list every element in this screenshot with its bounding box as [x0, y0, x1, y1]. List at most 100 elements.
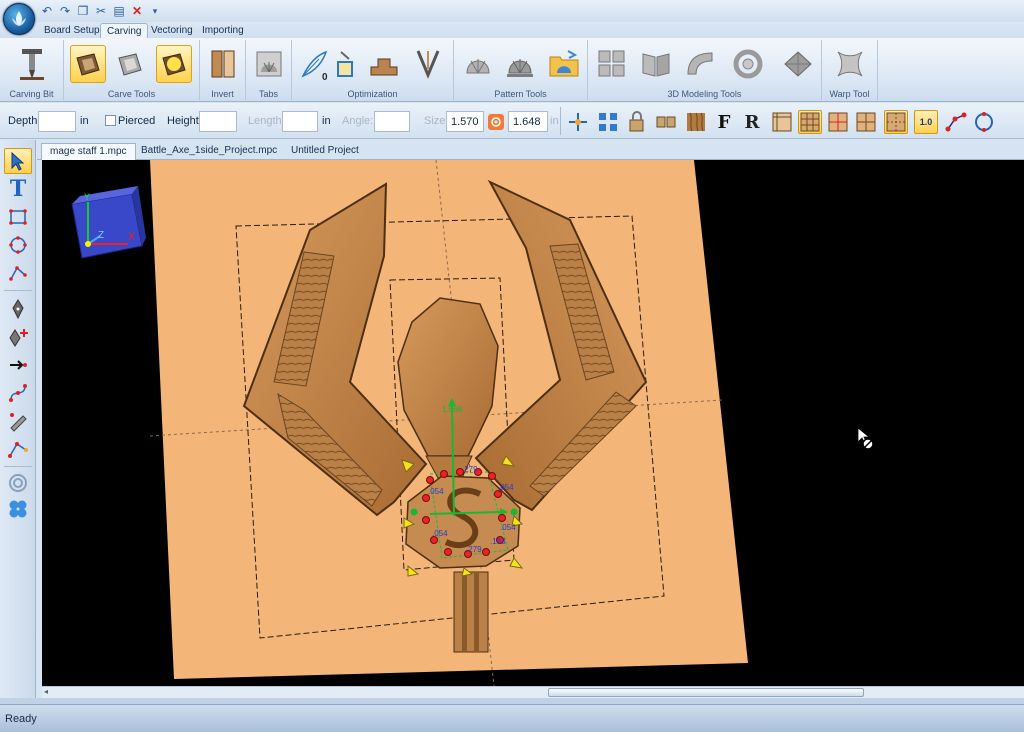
add-node-button[interactable]: [4, 324, 32, 350]
bezier-tool-button[interactable]: [4, 380, 32, 406]
pattern-add-button[interactable]: [502, 45, 538, 83]
cut-icon[interactable]: ✂: [94, 4, 108, 18]
customize-dropdown-icon[interactable]: ▾: [148, 4, 162, 18]
grid-plain-button[interactable]: [854, 110, 878, 134]
tab-vectoring[interactable]: Vectoring: [145, 23, 199, 39]
polyline-tool-button[interactable]: [4, 260, 32, 286]
group-lock-button[interactable]: [626, 110, 650, 134]
carving-bit-button[interactable]: [14, 45, 50, 83]
grid-boxes-icon: [598, 50, 625, 77]
tab-carving[interactable]: Carving: [100, 23, 149, 39]
depth-label: Depth: [8, 115, 38, 127]
dome-carve-icon: [162, 53, 186, 76]
level-one-button[interactable]: 1.0: [914, 110, 938, 134]
paste-icon[interactable]: ▤: [112, 4, 126, 18]
carve-tool-dome-button[interactable]: [156, 45, 192, 83]
no-entry-cursor-icon: [857, 427, 874, 450]
angle-label: Angle:: [342, 115, 374, 127]
undo-icon[interactable]: ↶: [40, 4, 54, 18]
delete-icon[interactable]: ✕: [130, 4, 144, 18]
document-tab-mage-staff[interactable]: mage staff 1.mpc: [41, 143, 136, 160]
size-height-input[interactable]: [508, 111, 548, 132]
group-3d-modeling-tools: 3D Modeling Tools: [588, 40, 822, 100]
array-tool-button[interactable]: [4, 496, 32, 522]
redo-icon[interactable]: ↷: [58, 4, 72, 18]
group-invert: Invert: [200, 40, 246, 100]
smooth-tool-button[interactable]: [334, 45, 356, 83]
warp-tool-button[interactable]: [832, 45, 868, 83]
font-bold-button[interactable]: F: [712, 110, 736, 134]
folder-shell-icon: [549, 50, 579, 77]
group-tabs: Tabs: [246, 40, 292, 100]
tab-board-setup[interactable]: Board Setup: [38, 23, 106, 39]
scrollbar-thumb[interactable]: [548, 688, 864, 697]
step-tool-button[interactable]: [366, 45, 402, 83]
shell-tabs-icon: [256, 51, 282, 77]
axis-x-label: X: [128, 231, 136, 243]
horizontal-scrollbar[interactable]: ◂: [42, 686, 1024, 698]
weld-button[interactable]: [654, 110, 678, 134]
ellipse-tool-button[interactable]: [4, 232, 32, 258]
offset-tool-button[interactable]: [4, 470, 32, 496]
grid-dotted-button[interactable]: [884, 110, 908, 134]
vbit-tool-button[interactable]: [410, 45, 446, 83]
length-input[interactable]: [282, 111, 318, 132]
lock-link-icon: [491, 117, 501, 127]
invert-button[interactable]: [205, 45, 241, 83]
polyline-icon: [9, 266, 27, 281]
modeling-book-button[interactable]: [638, 45, 674, 83]
modeling-pyramid-button[interactable]: [780, 45, 816, 83]
dimension-label: .279: [462, 465, 478, 474]
modeling-grid-button[interactable]: [594, 45, 630, 83]
rectangle-tool-button[interactable]: [4, 204, 32, 230]
pen-tool-button[interactable]: [4, 296, 32, 322]
center-crosshair-button[interactable]: [566, 110, 590, 134]
viewport-canvas: 1.568 .279 .054 .054 .054 .054 .279 .183…: [71, 160, 874, 686]
grid-snap-button[interactable]: [798, 110, 822, 134]
pen-plus-icon: [9, 329, 28, 347]
tabs-button[interactable]: [251, 45, 287, 83]
depth-input[interactable]: [38, 111, 76, 132]
app-orb-icon: [12, 11, 26, 26]
property-bar: Depth in Pierced Height Length in Angle:…: [0, 103, 1024, 139]
knife-tool-button[interactable]: [4, 408, 32, 434]
modeling-ring-button[interactable]: [730, 45, 766, 83]
grid-red-button[interactable]: [826, 110, 850, 134]
arrow-pointer-icon: [11, 151, 25, 171]
document-tab-untitled[interactable]: Untitled Project: [283, 143, 367, 160]
tab-importing[interactable]: Importing: [196, 23, 250, 39]
status-text: Ready: [5, 713, 37, 725]
pattern-shell-button[interactable]: [460, 45, 496, 83]
copy-icon[interactable]: ❐: [76, 4, 90, 18]
staff-handle[interactable]: [453, 571, 489, 653]
size-width-input[interactable]: [446, 111, 484, 132]
scroll-left-icon[interactable]: ◂: [44, 687, 48, 696]
height-label: Height: [167, 115, 199, 127]
node-arrow-button[interactable]: [4, 352, 32, 378]
texture-button[interactable]: [684, 110, 708, 134]
board-frame-button[interactable]: [770, 110, 794, 134]
wood-texture-icon: [687, 112, 705, 132]
node-edit-button[interactable]: [944, 110, 968, 134]
carve-tool-emboss-button[interactable]: [70, 45, 106, 83]
lock-aspect-button[interactable]: [488, 114, 504, 130]
distribute-button[interactable]: [596, 110, 620, 134]
toolbar-separator: [4, 466, 32, 467]
carve-tool-flat-button[interactable]: [112, 45, 148, 83]
book-icon: [642, 53, 670, 77]
angle-input[interactable]: [374, 111, 410, 132]
text-tool-button[interactable]: T: [4, 176, 32, 202]
document-tab-battle-axe[interactable]: Battle_Axe_1side_Project.mpc: [133, 143, 285, 160]
path-edit-icon: [8, 442, 28, 458]
select-tool-button[interactable]: [4, 148, 32, 174]
font-regular-button[interactable]: R: [740, 110, 764, 134]
app-menu-button[interactable]: [3, 3, 35, 35]
design-viewport[interactable]: 1.568 .279 .054 .054 .054 .054 .279 .183…: [42, 160, 1024, 686]
pierced-checkbox[interactable]: [105, 115, 116, 126]
circle-node-button[interactable]: [972, 110, 996, 134]
path-edit-button[interactable]: [4, 436, 32, 462]
modeling-sweep-button[interactable]: [682, 45, 718, 83]
orientation-cube[interactable]: Y X Z: [71, 186, 146, 259]
pattern-open-button[interactable]: [546, 45, 582, 83]
height-input[interactable]: [199, 111, 237, 132]
